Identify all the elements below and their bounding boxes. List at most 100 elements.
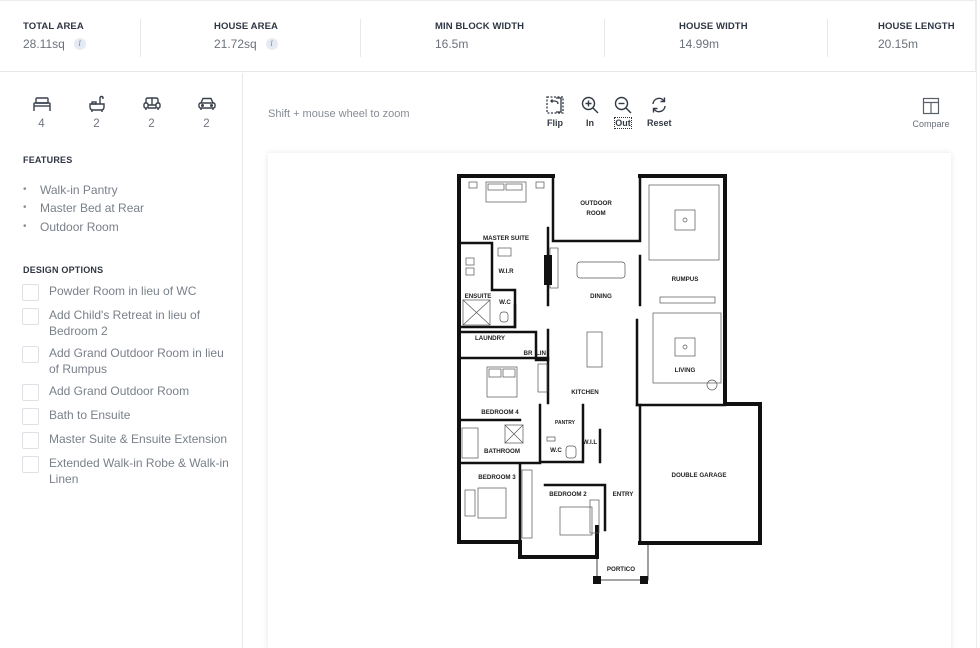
room-label-outdoor-room: OUTDOOR bbox=[580, 200, 612, 207]
stat-label: HOUSE LENGTH bbox=[878, 21, 955, 32]
room-label-ensuite: ENSUITE bbox=[465, 293, 492, 300]
room-label-portico: PORTICO bbox=[607, 566, 635, 573]
stat-house-area: HOUSE AREA 21.72sq i bbox=[214, 1, 278, 71]
stat-label: TOTAL AREA bbox=[23, 21, 84, 32]
bullet: • bbox=[23, 220, 27, 232]
zoom-hint: Shift + mouse wheel to zoom bbox=[268, 108, 410, 120]
feature-item: • Walk-in Pantry bbox=[23, 181, 144, 199]
option-label: Add Grand Outdoor Room in lieu of Rumpus bbox=[49, 346, 224, 376]
features-title: FEATURES bbox=[23, 155, 73, 165]
room-label-laundry: LAUNDRY bbox=[475, 335, 506, 342]
bed-icon bbox=[32, 97, 51, 111]
bullet: • bbox=[23, 202, 27, 214]
room-label-dining: DINING bbox=[590, 293, 612, 300]
design-option[interactable]: Bath to Ensuite bbox=[22, 408, 232, 425]
zoom-out-label: Out bbox=[614, 117, 632, 129]
floorplan[interactable]: MASTER SUITE OUTDOOR ROOM RUMPUS W.I.R E… bbox=[268, 153, 951, 648]
design-option[interactable]: Add Child's Retreat in lieu of Bedroom 2 bbox=[22, 308, 232, 339]
stat-label: HOUSE AREA bbox=[214, 21, 278, 32]
checkbox[interactable] bbox=[22, 384, 39, 401]
stat-value: 21.72sq bbox=[214, 37, 257, 51]
checkbox[interactable] bbox=[22, 456, 39, 473]
divider bbox=[604, 19, 605, 57]
amenity-garage: 2 bbox=[179, 95, 234, 130]
design-option[interactable]: Master Suite & Ensuite Extension bbox=[22, 432, 232, 449]
checkbox[interactable] bbox=[22, 408, 39, 425]
stat-min-block-width: MIN BLOCK WIDTH 16.5m bbox=[435, 1, 524, 71]
flip-button[interactable]: Flip bbox=[545, 95, 565, 128]
compare-label: Compare bbox=[912, 119, 950, 129]
stat-house-length: HOUSE LENGTH 20.15m bbox=[878, 1, 955, 71]
flip-label: Flip bbox=[547, 118, 563, 128]
option-label: Master Suite & Ensuite Extension bbox=[49, 432, 228, 446]
sofa-icon bbox=[142, 97, 161, 110]
room-label-living: LIVING bbox=[675, 367, 696, 374]
option-label: Powder Room in lieu of WC bbox=[49, 284, 197, 298]
option-label: Extended Walk-in Robe & Walk-in Linen bbox=[49, 456, 229, 486]
room-label-bedroom-2: BEDROOM 2 bbox=[549, 491, 587, 498]
divider bbox=[360, 19, 361, 57]
stat-value: 14.99m bbox=[679, 37, 720, 51]
checkbox[interactable] bbox=[22, 432, 39, 449]
zoom-in-button[interactable]: In bbox=[580, 95, 600, 128]
room-label-lin: LIN bbox=[536, 350, 546, 357]
sidebar: 4 2 2 2 FEATURES • Walk-in Pantry • Master… bbox=[0, 73, 243, 648]
design-option[interactable]: Extended Walk-in Robe & Walk-in Linen bbox=[22, 456, 232, 487]
amenity-bedrooms: 4 bbox=[14, 95, 69, 130]
living-count: 2 bbox=[148, 118, 155, 130]
info-icon[interactable]: i bbox=[265, 38, 278, 50]
flip-icon bbox=[546, 96, 564, 114]
zoom-out-icon bbox=[614, 96, 632, 114]
room-label-kitchen: KITCHEN bbox=[571, 389, 599, 396]
room-label-wil: W.I.L bbox=[583, 439, 598, 446]
reset-icon bbox=[652, 97, 666, 113]
stat-label: HOUSE WIDTH bbox=[679, 21, 748, 32]
window-edge bbox=[976, 0, 977, 648]
amenity-living: 2 bbox=[124, 95, 179, 130]
zoom-in-icon bbox=[581, 96, 599, 114]
checkbox[interactable] bbox=[22, 284, 39, 301]
design-option[interactable]: Add Grand Outdoor Room bbox=[22, 384, 232, 401]
room-label-wc-ensuite: W.C bbox=[499, 299, 511, 306]
stats-bar: TOTAL AREA 28.11sq i HOUSE AREA 21.72sq i … bbox=[0, 0, 976, 72]
design-option[interactable]: Powder Room in lieu of WC bbox=[22, 284, 232, 301]
stat-value: 28.11sq bbox=[23, 37, 65, 51]
car-icon bbox=[197, 97, 216, 110]
option-label: Bath to Ensuite bbox=[49, 408, 131, 422]
garage-count: 2 bbox=[203, 118, 210, 130]
feature-item: • Outdoor Room bbox=[23, 218, 144, 236]
room-label-bedroom-3: BEDROOM 3 bbox=[478, 474, 516, 481]
reset-button[interactable]: Reset bbox=[647, 95, 672, 128]
feature-item: • Master Bed at Rear bbox=[23, 199, 144, 217]
outer-walls bbox=[457, 174, 762, 559]
stat-total-area: TOTAL AREA 28.11sq i bbox=[23, 1, 86, 71]
compare-button[interactable]: Compare bbox=[908, 97, 954, 129]
room-label-entry: ENTRY bbox=[613, 491, 635, 498]
checkbox[interactable] bbox=[22, 308, 39, 325]
option-label: Add Child's Retreat in lieu of Bedroom 2 bbox=[49, 308, 201, 338]
room-label-br: BR bbox=[524, 350, 533, 357]
info-icon[interactable]: i bbox=[73, 38, 86, 50]
bedroom-count: 4 bbox=[38, 118, 45, 130]
design-options-list: Powder Room in lieu of WC Add Child's Re… bbox=[22, 284, 232, 494]
feature-label: Master Bed at Rear bbox=[40, 201, 145, 216]
features-list: • Walk-in Pantry • Master Bed at Rear • Out… bbox=[23, 181, 144, 236]
amenities: 4 2 2 2 bbox=[14, 95, 234, 130]
bath-icon bbox=[88, 95, 105, 112]
design-option[interactable]: Add Grand Outdoor Room in lieu of Rumpus bbox=[22, 346, 232, 377]
floorplan-viewer[interactable]: MASTER SUITE OUTDOOR ROOM RUMPUS W.I.R E… bbox=[268, 153, 951, 648]
room-label-bedroom-4: BEDROOM 4 bbox=[481, 409, 519, 416]
stat-value: 16.5m bbox=[435, 37, 469, 51]
room-label-wir: W.I.R bbox=[498, 268, 514, 275]
stat-house-width: HOUSE WIDTH 14.99m bbox=[679, 1, 748, 71]
room-label-bathroom: BATHROOM bbox=[484, 448, 520, 455]
zoom-out-button[interactable]: Out bbox=[613, 95, 633, 129]
room-label-rumpus: RUMPUS bbox=[672, 276, 699, 283]
room-label-double-garage: DOUBLE GARAGE bbox=[671, 472, 726, 479]
bullet: • bbox=[23, 184, 27, 195]
stat-value: 20.15m bbox=[878, 37, 919, 51]
room-label-wc: W.C bbox=[550, 447, 562, 454]
option-label: Add Grand Outdoor Room bbox=[49, 384, 190, 398]
checkbox[interactable] bbox=[22, 346, 39, 363]
zoom-in-label: In bbox=[586, 118, 594, 128]
